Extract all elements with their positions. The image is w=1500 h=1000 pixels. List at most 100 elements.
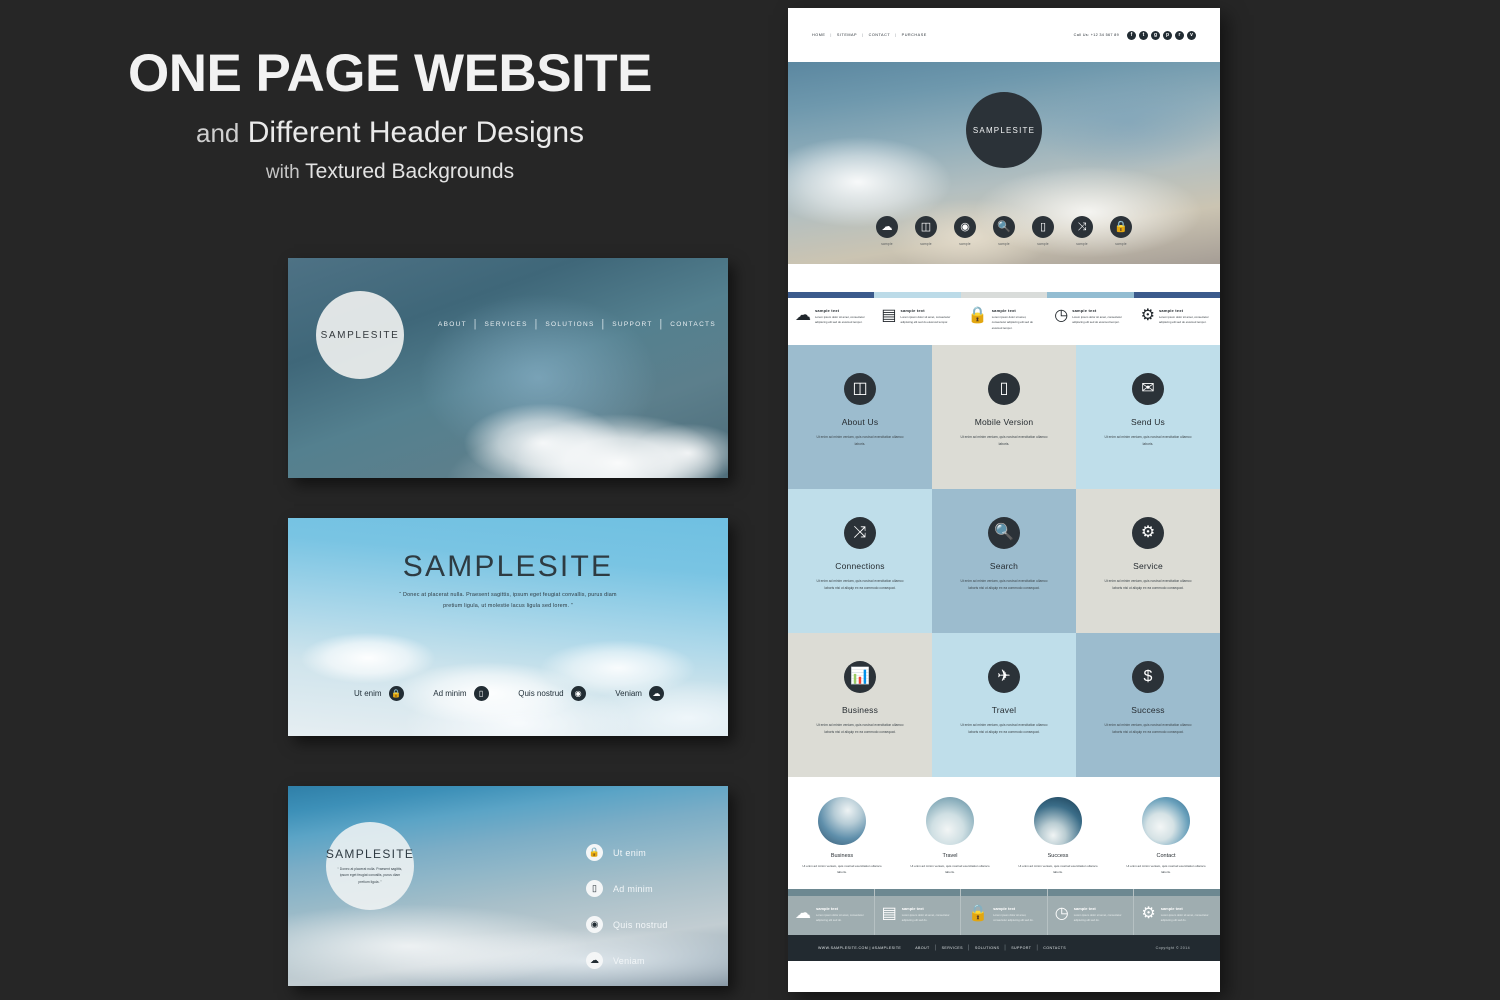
mockup2-nav-item-quis-nostrud[interactable]: Quis nostrud ◉ xyxy=(518,686,586,701)
connections-icon: ⤨ xyxy=(1071,216,1093,238)
tile-service[interactable]: ⚙ Service Ut enim ad minim veniam, quis … xyxy=(1076,488,1220,633)
gallery-thumbnail xyxy=(1034,796,1082,845)
hero-icon-label: sample xyxy=(1076,242,1088,246)
hero-icon-row: ☁ sample ◫ sample ◉ sample 🔍 sample ▯ sa… xyxy=(788,216,1220,246)
footer-nav-item-services[interactable]: SERVICES xyxy=(942,946,963,950)
social-links: f t g p r v xyxy=(1127,30,1196,40)
nav-separator-icon: | xyxy=(830,33,832,37)
mockup1-nav-item-contacts[interactable]: CONTACTS xyxy=(670,321,716,328)
footer-widget[interactable]: ◷ sample text Lorem ipsum dolor sit amet… xyxy=(1047,888,1135,936)
facebook-icon[interactable]: f xyxy=(1127,30,1136,40)
gallery-item-travel[interactable]: Travel Ut enim ad minim veniam, quis nos… xyxy=(907,796,993,875)
hero-icon-label: sample xyxy=(1115,242,1127,246)
tile-mobile-version[interactable]: ▯ Mobile Version Ut enim ad minim veniam… xyxy=(932,344,1076,489)
topbar-nav-item-contact[interactable]: CONTACT xyxy=(869,33,891,37)
footer-widget-strip: ☁ sample text Lorem ipsum dolor sit amet… xyxy=(788,888,1220,936)
search-icon: 🔍 xyxy=(993,216,1015,238)
gallery-thumbnail xyxy=(1142,796,1190,845)
hero-icon-button[interactable]: ⤨ sample xyxy=(1071,216,1093,246)
mockup3-logo-text: SAMPLESITE xyxy=(325,846,415,861)
mockup3-label-quis-nostrud: Quis nostrud xyxy=(613,919,668,930)
tile-search[interactable]: 🔍 Search Ut enim ad minim veniam, quis n… xyxy=(932,488,1076,633)
hero-logo[interactable]: SAMPLESITE xyxy=(966,92,1042,168)
widget-body: ⚙ sample text Lorem ipsum dolor sit amet… xyxy=(1134,896,1220,935)
footer-widget[interactable]: ▤ sample text Lorem ipsum dolor sit amet… xyxy=(874,888,962,936)
footer-widget[interactable]: ⚙ sample text Lorem ipsum dolor sit amet… xyxy=(1134,888,1220,935)
mockup2-label-ad-minim: Ad minim xyxy=(433,689,467,698)
header-mockup-1: SAMPLESITE ABOUT | SERVICES | SOLUTIONS … xyxy=(288,258,728,478)
footer-nav-item-about[interactable]: ABOUT xyxy=(915,946,929,950)
feature-column[interactable]: 🔒 sample text Lorem ipsum dolor sit amet… xyxy=(960,292,1048,345)
hero-logo-text: SAMPLESITE xyxy=(972,125,1036,135)
rss-icon[interactable]: r xyxy=(1175,30,1184,40)
gallery-item-business[interactable]: Business Ut enim ad minim veniam, quis n… xyxy=(799,796,885,875)
mockup3-logo[interactable]: SAMPLESITE “ Donec at placerat nulla. Pr… xyxy=(326,822,414,910)
mockup3-nav-item-quis-nostrud[interactable]: ◉ Quis nostrud xyxy=(586,916,698,933)
hero-icon-button[interactable]: ☁ sample xyxy=(876,216,898,246)
tile-connections[interactable]: ⤨ Connections Ut enim ad minim veniam, q… xyxy=(788,488,932,633)
topbar-nav-item-home[interactable]: HOME xyxy=(812,33,825,37)
hero-icon-button[interactable]: 🔍 sample xyxy=(993,216,1015,246)
feature-column[interactable]: ⚙ sample text Lorem ipsum dolor sit amet… xyxy=(1133,292,1220,345)
hero-icon-button[interactable]: ▯ sample xyxy=(1032,216,1054,246)
tile-about-us[interactable]: ◫ About Us Ut enim ad minim veniam, quis… xyxy=(788,344,932,489)
feature-text: sample text Lorem ipsum dolor sit amet, … xyxy=(901,308,954,326)
feature-heading: sample text xyxy=(1158,308,1184,313)
topbar-nav-item-purchase[interactable]: PURCHASE xyxy=(902,33,927,37)
nav-separator-icon: | xyxy=(934,945,937,952)
poster-subtitle2: with Textured Backgrounds xyxy=(0,160,780,184)
connections-icon: ⤨ xyxy=(844,516,876,549)
mobile-icon: ▯ xyxy=(988,372,1020,405)
footer-widget[interactable]: 🔒 sample text Lorem ipsum dolor sit amet… xyxy=(961,888,1048,936)
mockup1-nav-item-support[interactable]: SUPPORT xyxy=(612,321,652,328)
mockup2-nav-item-ut-enim[interactable]: Ut enim 🔒 xyxy=(354,686,404,701)
vimeo-icon[interactable]: v xyxy=(1187,30,1196,40)
twitter-icon[interactable]: t xyxy=(1139,30,1148,40)
google-plus-icon[interactable]: g xyxy=(1151,30,1160,40)
hero-icon-button[interactable]: ◫ sample xyxy=(915,216,937,246)
mockup2-nav-item-ad-minim[interactable]: Ad minim ▯ xyxy=(433,686,489,701)
hero-icon-label: sample xyxy=(959,242,971,246)
mockup3-nav-item-ad-minim[interactable]: ▯ Ad minim xyxy=(586,880,698,897)
gallery-item-contact[interactable]: Contact Ut enim ad minim veniam, quis no… xyxy=(1123,796,1209,875)
mockup3-logo-subtext: “ Donec at placerat nulla. Praesent sagi… xyxy=(337,866,403,884)
gallery-section: Business Ut enim ad minim veniam, quis n… xyxy=(788,776,1220,889)
page-topbar: HOME | SITEMAP | CONTACT | PURCHASE Call… xyxy=(788,8,1220,62)
mockup2-label-veniam: Veniam xyxy=(615,689,642,698)
pinterest-icon[interactable]: p xyxy=(1163,30,1172,40)
mockup1-nav-item-about[interactable]: ABOUT xyxy=(438,321,467,328)
gallery-title: Success xyxy=(1047,852,1069,859)
mockup3-nav-item-veniam[interactable]: ☁ Veniam xyxy=(586,952,698,969)
mockup3-nav-item-ut-enim[interactable]: 🔒 Ut enim xyxy=(586,844,698,861)
tile-description: Ut enim ad minim veniam, quis nostrud ex… xyxy=(960,722,1048,734)
cloud-icon: ☁ xyxy=(795,307,811,324)
hero-icon-button[interactable]: ◉ sample xyxy=(954,216,976,246)
plane-icon: ✈ xyxy=(988,660,1020,693)
poster-subtitle2-thin: with xyxy=(265,161,300,183)
tile-travel[interactable]: ✈ Travel Ut enim ad minim veniam, quis n… xyxy=(932,632,1076,777)
footer-nav-item-contacts[interactable]: CONTACTS xyxy=(1043,946,1066,950)
mockup1-nav-item-solutions[interactable]: SOLUTIONS xyxy=(545,321,594,328)
feature-column[interactable]: ▤ sample text Lorem ipsum dolor sit amet… xyxy=(874,292,961,345)
feature-column[interactable]: ◷ sample text Lorem ipsum dolor sit amet… xyxy=(1047,292,1134,345)
mockup3-label-ad-minim: Ad minim xyxy=(613,883,653,894)
gallery-item-success[interactable]: Success Ut enim ad minim veniam, quis no… xyxy=(1015,796,1101,875)
feature-column[interactable]: ☁ sample text Lorem ipsum dolor sit amet… xyxy=(788,292,875,345)
tile-send-us[interactable]: ✉ Send Us Ut enim ad minim veniam, quis … xyxy=(1076,344,1220,489)
topbar-nav-item-sitemap[interactable]: SITEMAP xyxy=(837,33,857,37)
mockup2-quote: “ Donec at placerat nulla. Praesent sagi… xyxy=(399,592,617,610)
tile-success[interactable]: $ Success Ut enim ad minim veniam, quis … xyxy=(1076,632,1220,777)
footer-widget[interactable]: ☁ sample text Lorem ipsum dolor sit amet… xyxy=(788,888,875,936)
footer-site-url[interactable]: WWW.SAMPLESITE.COM | #SAMPLESITE xyxy=(818,946,901,950)
nav-separator-icon: | xyxy=(473,318,478,330)
mockup2-nav-item-veniam[interactable]: Veniam ☁ xyxy=(615,686,664,701)
hero-banner: SAMPLESITE ☁ sample ◫ sample ◉ sample 🔍 … xyxy=(788,62,1220,264)
footer-nav-item-solutions[interactable]: SOLUTIONS xyxy=(975,946,999,950)
mockup1-nav-item-services[interactable]: SERVICES xyxy=(485,321,528,328)
mockup1-logo[interactable]: SAMPLESITE xyxy=(316,291,404,379)
feature-body-text: Lorem ipsum dolor sit amet, consectetur … xyxy=(815,315,865,325)
tile-business[interactable]: 📊 Business Ut enim ad minim veniam, quis… xyxy=(788,632,932,777)
hero-icon-button[interactable]: 🔒 sample xyxy=(1110,216,1132,246)
footer-nav-item-support[interactable]: SUPPORT xyxy=(1011,946,1031,950)
tile-title: Search xyxy=(989,560,1019,571)
